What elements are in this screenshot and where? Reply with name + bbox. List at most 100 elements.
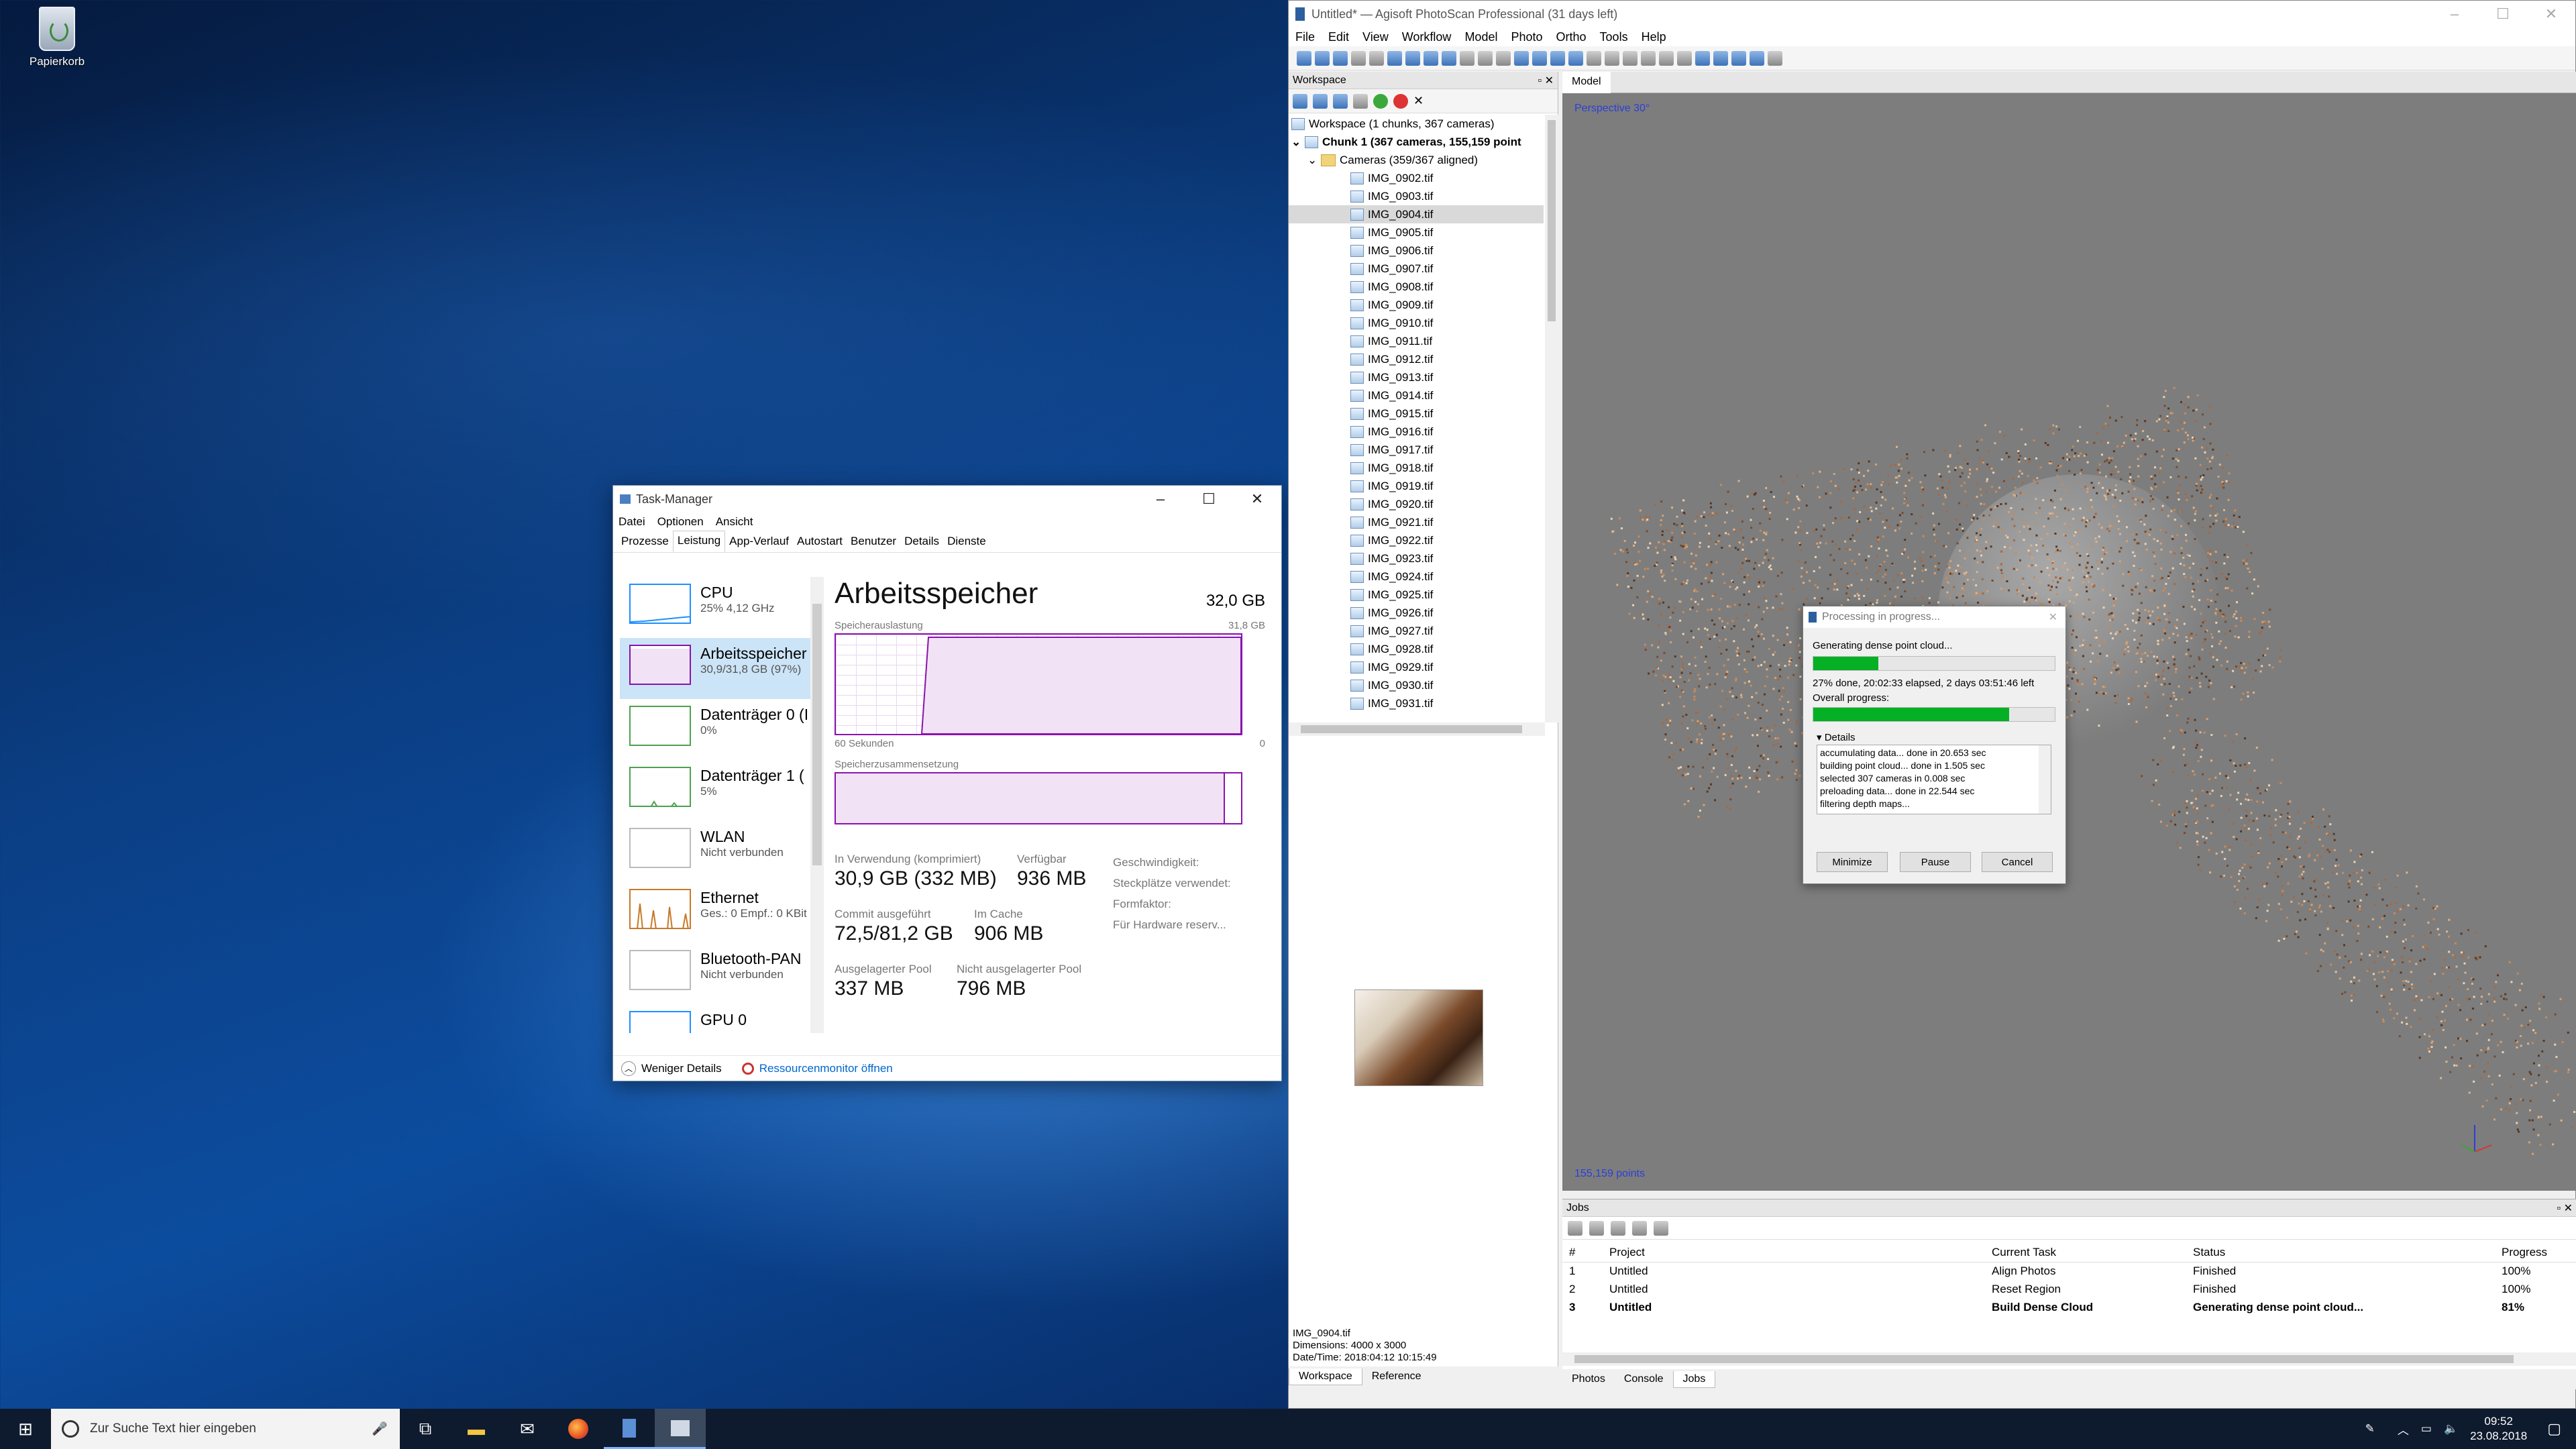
add-chunk-icon[interactable]	[1293, 93, 1307, 109]
network-icon[interactable]: ▭	[2421, 1422, 2432, 1436]
menu-edit[interactable]: Edit	[1328, 30, 1349, 44]
menu-tools[interactable]: Tools	[1600, 30, 1628, 44]
sidebar-item-disk1[interactable]: Datenträger 1 (5%	[620, 760, 811, 821]
remove-items-icon[interactable]	[1353, 93, 1368, 109]
show-shapes-icon[interactable]	[1750, 50, 1764, 66]
tree-image-item[interactable]: IMG_0916.tif	[1289, 423, 1544, 441]
redo-icon[interactable]	[1369, 50, 1384, 66]
menu-datei[interactable]: Datei	[619, 515, 645, 529]
tree-image-item[interactable]: IMG_0908.tif	[1289, 278, 1544, 296]
tree-image-item[interactable]: IMG_0921.tif	[1289, 513, 1544, 531]
close-items-icon[interactable]: ✕	[1413, 94, 1424, 108]
tree-image-item[interactable]: IMG_0919.tif	[1289, 477, 1544, 495]
model-solid-icon[interactable]	[1641, 50, 1656, 66]
tree-image-item[interactable]: IMG_0905.tif	[1289, 223, 1544, 241]
expand-arrow-icon[interactable]: ⌄	[1307, 154, 1321, 167]
delete-selection-icon[interactable]	[1478, 50, 1493, 66]
tab-workspace[interactable]: Workspace	[1289, 1368, 1362, 1385]
menu-view[interactable]: View	[1362, 30, 1389, 44]
add-folder-icon[interactable]	[1333, 93, 1348, 109]
pane-close-icon[interactable]: ▫ ✕	[2557, 1201, 2573, 1215]
tree-image-item[interactable]: IMG_0931.tif	[1289, 694, 1544, 712]
scrollbar-thumb[interactable]	[812, 604, 822, 865]
menu-file[interactable]: File	[1295, 30, 1315, 44]
scrollbar-thumb[interactable]	[1301, 725, 1522, 733]
table-row[interactable]: 2 Untitled Reset Region Finished 100%	[1562, 1280, 2576, 1298]
tab-app-verlauf[interactable]: App-Verlauf	[725, 535, 793, 552]
close-button[interactable]: ✕	[2527, 1, 2575, 28]
menu-model[interactable]: Model	[1464, 30, 1497, 44]
tree-image-item[interactable]: IMG_0925.tif	[1289, 586, 1544, 604]
model-shaded-icon[interactable]	[1623, 50, 1638, 66]
move-object-icon[interactable]	[1424, 50, 1438, 66]
sidebar-item-gpu[interactable]: GPU 0	[620, 1004, 811, 1033]
photoscan-taskbar-icon[interactable]	[604, 1409, 655, 1449]
menu-help[interactable]: Help	[1642, 30, 1666, 44]
minimize-button[interactable]: –	[1136, 486, 1185, 513]
tree-image-item[interactable]: IMG_0910.tif	[1289, 314, 1544, 332]
tree-image-item[interactable]: IMG_0907.tif	[1289, 260, 1544, 278]
pen-icon[interactable]: ✎	[2365, 1422, 2375, 1436]
table-row[interactable]: 3 Untitled Build Dense Cloud Generating den…	[1562, 1298, 2576, 1316]
microphone-icon[interactable]: 🎤	[372, 1421, 388, 1437]
tree-image-item[interactable]: IMG_0929.tif	[1289, 658, 1544, 676]
move-down-icon[interactable]	[1654, 1220, 1668, 1236]
ruler-icon[interactable]	[1460, 50, 1474, 66]
tab-photos[interactable]: Photos	[1562, 1371, 1615, 1387]
stop-job-icon[interactable]	[1589, 1220, 1604, 1236]
crop-selection-icon[interactable]	[1496, 50, 1511, 66]
model-textured-icon[interactable]	[1677, 50, 1692, 66]
tree-image-item[interactable]: IMG_0926.tif	[1289, 604, 1544, 622]
tab-console[interactable]: Console	[1615, 1371, 1673, 1387]
chevron-up-icon[interactable]: ︿	[2398, 1421, 2409, 1438]
minimize-button[interactable]: –	[2430, 1, 2479, 28]
tree-image-item[interactable]: IMG_0924.tif	[1289, 568, 1544, 586]
sidebar-item-bluetooth[interactable]: Bluetooth-PAN Nicht verbunden	[620, 943, 811, 1004]
resource-monitor-link[interactable]: Ressourcenmonitor öffnen	[741, 1062, 893, 1075]
task-view-icon[interactable]: ⧉	[400, 1409, 451, 1449]
clock[interactable]: 09:52 23.08.2018	[2470, 1414, 2527, 1444]
menu-ansicht[interactable]: Ansicht	[716, 515, 753, 529]
file-explorer-icon[interactable]: ▬	[451, 1409, 502, 1449]
tree-image-item[interactable]: IMG_0915.tif	[1289, 405, 1544, 423]
tree-image-item[interactable]: IMG_0930.tif	[1289, 676, 1544, 694]
sidebar-scrollbar[interactable]	[810, 577, 824, 1033]
disable-icon[interactable]	[1393, 93, 1408, 109]
col-status[interactable]: Status	[2186, 1244, 2495, 1262]
firefox-icon[interactable]	[553, 1409, 604, 1449]
tree-workspace-root[interactable]: Workspace (1 chunks, 367 cameras)	[1289, 115, 1544, 133]
tab-autostart[interactable]: Autostart	[793, 535, 847, 552]
task-manager-taskbar-icon[interactable]	[655, 1409, 706, 1449]
tree-image-item[interactable]: IMG_0909.tif	[1289, 296, 1544, 314]
search-box[interactable]: Zur Suche Text hier eingeben 🎤	[51, 1409, 400, 1449]
tab-prozesse[interactable]: Prozesse	[617, 535, 673, 552]
menu-photo[interactable]: Photo	[1511, 30, 1542, 44]
zoom-out-icon[interactable]	[1532, 50, 1547, 66]
model-wireframe-icon[interactable]	[1659, 50, 1674, 66]
sidebar-item-disk0[interactable]: Datenträger 0 (I 0%	[620, 699, 811, 760]
tree-chunk[interactable]: ⌄ Chunk 1 (367 cameras, 155,159 point	[1289, 133, 1544, 151]
pause-job-icon[interactable]	[1568, 1220, 1582, 1236]
tab-dienste[interactable]: Dienste	[943, 535, 990, 552]
tree-image-item[interactable]: IMG_0911.tif	[1289, 332, 1544, 350]
maximize-button[interactable]: ☐	[1185, 486, 1233, 513]
notifications-icon[interactable]: ▢	[2547, 1420, 2561, 1438]
undo-icon[interactable]	[1351, 50, 1366, 66]
sidebar-item-cpu[interactable]: CPU 25% 4,12 GHz	[620, 577, 811, 638]
scrollbar-thumb[interactable]	[1548, 120, 1556, 321]
sidebar-item-memory[interactable]: Arbeitsspeicher 30,9/31,8 GB (97%)	[620, 638, 811, 699]
details-toggle[interactable]: ▾ Details	[1817, 731, 1856, 743]
tab-benutzer[interactable]: Benutzer	[847, 535, 900, 552]
col-number[interactable]: #	[1562, 1244, 1603, 1262]
grid-icon[interactable]	[1568, 50, 1583, 66]
show-region-icon[interactable]	[1731, 50, 1746, 66]
tree-image-item[interactable]: IMG_0920.tif	[1289, 495, 1544, 513]
point-cloud-icon[interactable]	[1587, 50, 1601, 66]
region-icon[interactable]	[1442, 50, 1456, 66]
minimize-button[interactable]: Minimize	[1817, 852, 1888, 872]
col-progress[interactable]: Progress	[2495, 1244, 2576, 1262]
start-button[interactable]: ⊞	[0, 1409, 51, 1449]
move-up-icon[interactable]	[1632, 1220, 1647, 1236]
tree-cameras-folder[interactable]: ⌄ Cameras (359/367 aligned)	[1289, 151, 1544, 169]
navigation-icon[interactable]	[1387, 50, 1402, 66]
